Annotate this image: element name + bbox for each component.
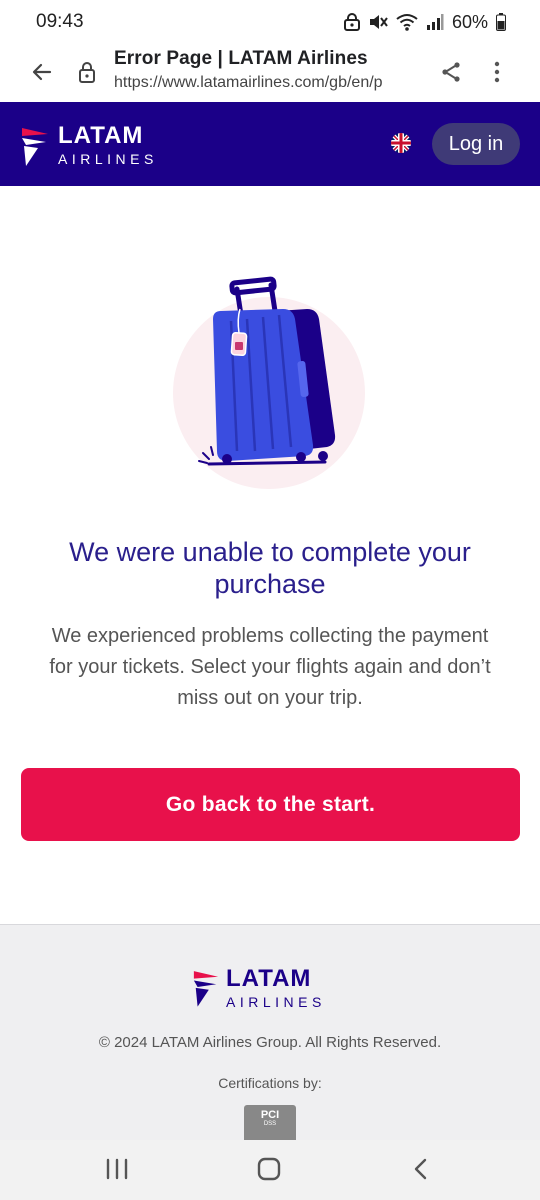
share-icon[interactable] <box>436 56 466 88</box>
site-header: LATAM AIRLINES Log in <box>0 102 540 186</box>
lock-icon[interactable] <box>73 57 101 87</box>
footer-logo-icon <box>193 971 219 1007</box>
url-text: https://www.latamairlines.com/gb/en/p <box>114 74 383 91</box>
nav-back-icon[interactable] <box>410 1157 432 1186</box>
wifi-icon <box>396 13 418 31</box>
status-icons: 60% <box>343 11 506 33</box>
login-button[interactable]: Log in <box>432 123 520 165</box>
suitcase-illustration <box>165 275 375 495</box>
error-description: We experienced problems collecting the p… <box>49 625 491 709</box>
battery-percent: 60% <box>451 11 488 32</box>
footer: LATAM AIRLINES © 2024 LATAM Airlines Gro… <box>0 924 540 1141</box>
footer-latam-logo[interactable]: LATAM AIRLINES <box>192 967 326 1011</box>
certifications-label: Certifications by: <box>218 1075 322 1091</box>
logo-wordmark: LATAM AIRLINES <box>58 124 158 168</box>
browser-bar: Error Page | LATAM Airlines https://www.… <box>0 44 540 102</box>
mute-icon <box>368 13 388 31</box>
home-icon[interactable] <box>256 1157 282 1186</box>
footer-logo-line2: AIRLINES <box>226 994 326 1010</box>
back-arrow-icon[interactable] <box>26 56 58 88</box>
battery-icon <box>496 13 506 31</box>
status-time: 09:43 <box>36 11 84 32</box>
signal-icon <box>426 13 444 31</box>
footer-logo-line1: LATAM <box>226 965 312 992</box>
latam-logo[interactable]: LATAM AIRLINES <box>20 124 158 168</box>
pci-badge-text: PCI <box>260 1109 280 1121</box>
logo-line2: AIRLINES <box>58 151 158 167</box>
screen: 09:43 60% Error Page | LATAM Airlines ht… <box>0 0 540 1200</box>
address-bar[interactable]: Error Page | LATAM Airlines https://www.… <box>114 48 424 92</box>
vpn-icon <box>343 13 360 31</box>
go-back-to-start-button[interactable]: Go back to the start. <box>21 768 520 841</box>
more-vert-icon[interactable] <box>484 56 510 88</box>
status-bar: 09:43 60% <box>0 0 540 44</box>
recents-icon[interactable] <box>104 1158 130 1185</box>
latam-logo-icon <box>22 128 48 166</box>
footer-logo-wordmark: LATAM AIRLINES <box>226 967 326 1011</box>
copyright-text: © 2024 LATAM Airlines Group. All Rights … <box>98 1034 442 1051</box>
uk-flag-icon[interactable] <box>391 133 411 158</box>
pci-dss-badge[interactable]: PCI DSS <box>244 1105 296 1141</box>
error-title: We were unable to complete your purchase <box>69 537 471 599</box>
logo-line1: LATAM <box>58 122 144 149</box>
android-nav-bar <box>0 1140 540 1200</box>
pci-badge-subtext: DSS <box>263 1121 277 1127</box>
page-title: Error Page | LATAM Airlines <box>114 48 368 69</box>
